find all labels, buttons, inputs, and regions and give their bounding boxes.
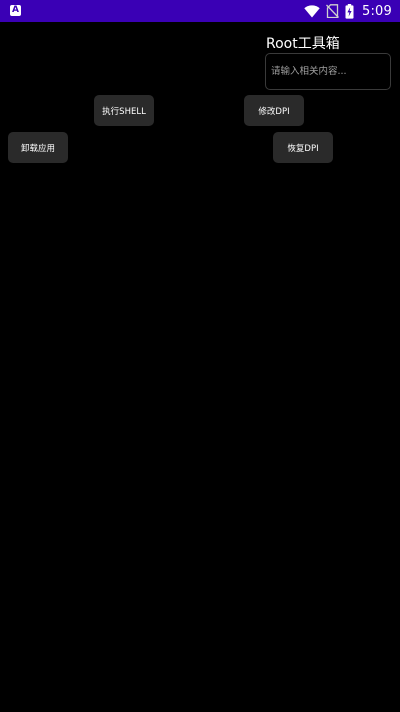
- no-sim-icon: [326, 4, 339, 18]
- app-screen: A 5:09 Root工具箱 请输入相关内容... 执行SHELL 修改DPI …: [0, 0, 400, 712]
- search-box: [265, 53, 391, 90]
- status-bar: A 5:09: [0, 0, 400, 22]
- wifi-icon: [304, 4, 320, 18]
- status-time: 5:09: [362, 3, 392, 19]
- uninstall-app-button[interactable]: 卸载应用: [8, 132, 68, 163]
- app-title: Root工具箱: [266, 36, 340, 52]
- search-input[interactable]: [266, 54, 390, 89]
- exec-shell-button[interactable]: 执行SHELL: [94, 95, 154, 126]
- status-icons: 5:09: [304, 0, 392, 22]
- restore-dpi-button[interactable]: 恢复DPI: [273, 132, 333, 163]
- battery-charging-icon: [345, 3, 354, 19]
- edit-dpi-button[interactable]: 修改DPI: [244, 95, 304, 126]
- notification-app-icon: A: [10, 5, 21, 16]
